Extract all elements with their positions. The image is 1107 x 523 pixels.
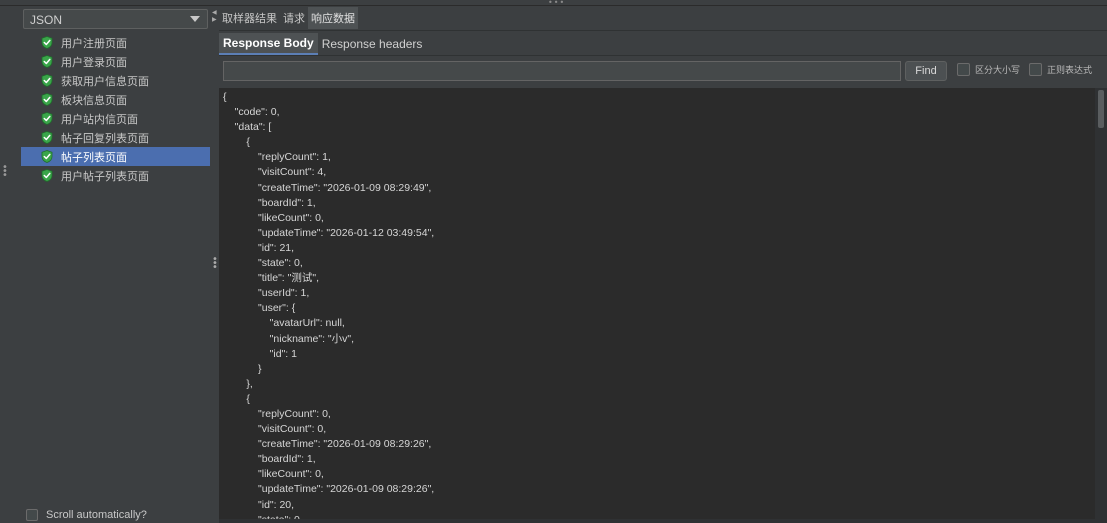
case-sensitive-checkbox[interactable] [957,63,970,76]
case-sensitive-option[interactable]: 区分大小写 [957,63,1020,76]
result-tabs: 取样器结果 请求 响应数据 [219,6,358,30]
scroll-automatically-option[interactable]: Scroll automatically? [26,509,147,521]
left-grip-icon[interactable]: • • • [2,163,8,181]
tree-item[interactable]: 板块信息页面 [21,90,210,109]
success-shield-icon [41,93,53,106]
success-shield-icon [41,74,53,87]
code-line: "likeCount": 0, [223,468,324,481]
code-line: { [223,136,250,149]
code-line: "state": 0, [223,257,303,270]
tree-item-label: 用户注册页面 [61,36,127,50]
response-body-editor[interactable]: { "code": 0, "data": [ { "replyCount": 1… [219,88,1095,523]
code-line: "data": [ [223,121,272,134]
tab-response-data[interactable]: 响应数据 [308,7,358,29]
regex-label: 正则表达式 [1047,66,1093,76]
response-subtabs: Response Body Response headers [219,33,426,55]
sampler-tree: 用户注册页面 用户登录页面获取用户信息页面 板块信息页面 用户站内信页面 帖子回复列表页… [21,33,210,185]
result-detail-panel: 取样器结果 请求 响应数据 Response Body Response hea… [219,6,1107,523]
success-shield-icon [41,112,53,125]
tree-item[interactable]: 用户站内信页面 [21,109,210,128]
code-line: "updateTime": "2026-01-12 03:49:54", [223,226,435,239]
case-sensitive-label: 区分大小写 [975,66,1021,76]
code-line: "likeCount": 0, [223,211,324,224]
code-line: "id": 21, [223,241,295,254]
renderer-select[interactable]: JSON [23,9,208,29]
scrollbar-thumb[interactable] [1098,90,1104,128]
tree-item-label: 用户帖子列表页面 [61,169,149,183]
success-shield-icon [41,150,53,163]
code-line: "boardId": 1, [223,196,316,209]
tree-item[interactable]: 帖子列表页面 [21,147,210,166]
code-line: } [223,362,262,375]
code-line: { [223,392,250,405]
tree-item-label: 帖子回复列表页面 [61,131,149,145]
code-line: "avatarUrl": null, [223,317,345,330]
find-input[interactable] [223,61,901,81]
find-bar: Find 区分大小写 正则表达式 [219,58,1107,84]
success-shield-icon [41,55,53,68]
collapse-arrows-icon[interactable]: ◀ ▶ [212,9,217,23]
success-shield-icon [41,131,53,144]
tab-divider [219,30,1107,31]
tree-item[interactable]: 获取用户信息页面 [21,71,210,90]
horizontal-scrollbar[interactable] [219,519,1095,523]
code-line: "id": 1 [223,347,297,360]
code-line: "boardId": 1, [223,453,316,466]
code-line: "visitCount": 4, [223,166,327,179]
results-tree-panel: • • • JSON 用户注册页面 用户登录页面获取用户信息页面 板块信息页面 用户站内信… [0,6,213,523]
tree-item-label: 帖子列表页面 [61,150,127,164]
tree-item[interactable]: 帖子回复列表页面 [21,128,210,147]
regex-checkbox[interactable] [1029,63,1042,76]
code-line: "code": 0, [223,106,280,119]
code-line: { [223,91,227,103]
success-shield-icon [41,36,53,49]
scroll-automatically-label: Scroll automatically? [46,509,147,521]
tab-response-headers[interactable]: Response headers [318,33,427,55]
code-line: "id": 20, [223,498,295,511]
code-line: "replyCount": 0, [223,407,331,420]
tree-item[interactable]: 用户帖子列表页面 [21,166,210,185]
success-shield-icon [41,169,53,182]
code-line: "replyCount": 1, [223,151,331,164]
code-line: }, [223,377,253,390]
panel-divider[interactable]: ◀ ▶ • • • [210,6,219,523]
tab-sampler-result[interactable]: 取样器结果 [219,7,280,29]
renderer-select-value: JSON [30,13,63,27]
subtab-divider [219,55,1107,56]
scroll-automatically-checkbox[interactable] [26,509,38,521]
divider-grip-icon[interactable]: • • • [212,255,218,273]
code-line: "title": "测试", [223,272,320,285]
response-json: { "code": 0, "data": [ { "replyCount": 1… [223,90,434,523]
code-line: "user": { [223,302,296,315]
code-line: "createTime": "2026-01-09 08:29:26", [223,438,432,451]
tree-item-label: 获取用户信息页面 [61,74,149,88]
code-line: "visitCount": 0, [223,423,327,436]
tree-item[interactable]: 用户登录页面 [21,52,210,71]
tree-item-label: 用户登录页面 [61,55,127,69]
vertical-scrollbar[interactable] [1095,88,1107,523]
code-line: "userId": 1, [223,287,310,300]
code-line: "nickname": "小v", [223,332,355,345]
tab-response-body[interactable]: Response Body [219,33,318,55]
tab-request[interactable]: 请求 [280,7,308,29]
tree-item-label: 用户站内信页面 [61,112,138,126]
tree-item-label: 板块信息页面 [61,93,127,107]
regex-option[interactable]: 正则表达式 [1029,63,1092,76]
find-button[interactable]: Find [905,61,947,81]
code-line: "updateTime": "2026-01-09 08:29:26", [223,483,435,496]
chevron-down-icon [190,16,200,22]
code-line: "createTime": "2026-01-09 08:29:49", [223,181,432,194]
tree-item[interactable]: 用户注册页面 [21,33,210,52]
